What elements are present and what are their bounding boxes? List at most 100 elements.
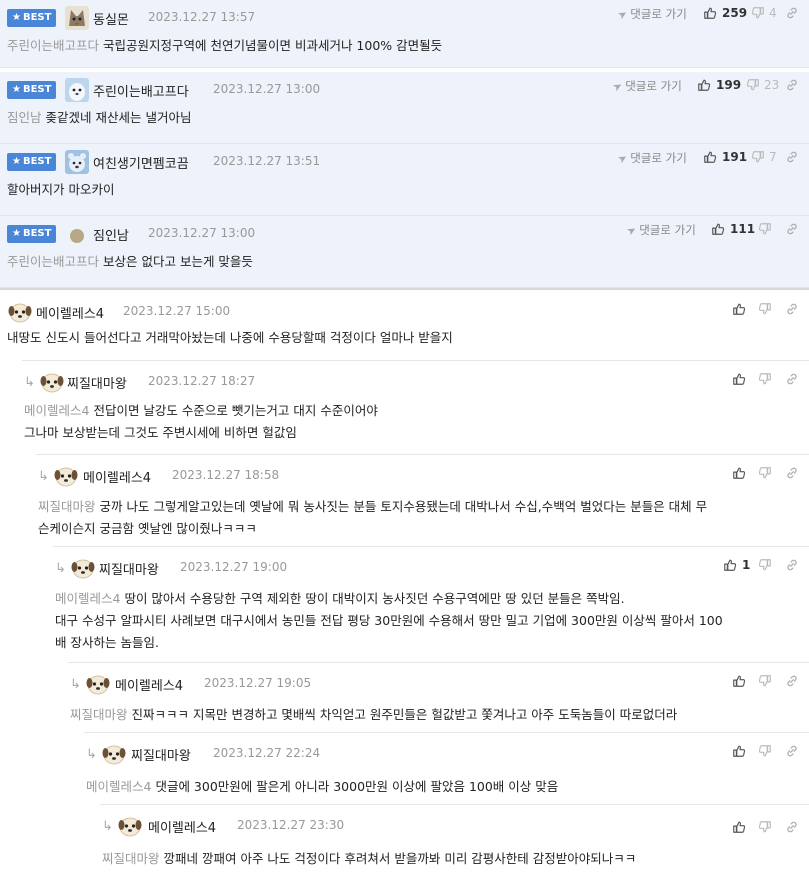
- comment-author[interactable]: 여친생기면펨코끔: [93, 153, 189, 172]
- dislike-button[interactable]: [758, 372, 772, 389]
- comment-text: 슨케이슨지 궁금함 옛날엔 많이줬나ㅋㅋㅋ: [38, 521, 257, 536]
- comment-author[interactable]: 찌질대마왕: [67, 373, 127, 392]
- comment-date: 2023.12.27 13:00: [148, 226, 256, 240]
- mention-tag[interactable]: 메이렐레스4: [24, 403, 89, 418]
- like-button[interactable]: [732, 820, 746, 834]
- comment-text-line: 내땅도 신도시 들어선다고 거래막아놨는데 나중에 수용당할때 걱정이다 얼마나…: [7, 327, 453, 349]
- dislike-button[interactable]: 4: [751, 6, 777, 20]
- mention-tag[interactable]: 주린이는배고프다: [7, 254, 99, 269]
- comment-author[interactable]: 메이렐레스4: [36, 303, 104, 322]
- dislike-button[interactable]: 23: [746, 78, 779, 92]
- like-button[interactable]: 191: [703, 150, 747, 164]
- mention-tag[interactable]: 주린이는배고프다: [7, 38, 99, 53]
- go-to-comment-link[interactable]: ➤댓글로 가기: [615, 150, 686, 167]
- like-button[interactable]: 199: [697, 78, 741, 92]
- star-icon: ★: [12, 228, 21, 239]
- avatar: [86, 672, 110, 699]
- comment-text-line: 찌질대마왕 궁까 나도 그렇게알고있는데 옛날에 뭐 농사짓는 분들 토지수용됐는…: [38, 496, 707, 518]
- link-icon: [787, 303, 797, 315]
- send-arrow-icon: ➤: [615, 150, 630, 167]
- comment-body: 짐인남 좆같겠네 재산세는 낼거아님: [7, 107, 191, 129]
- copy-link-button[interactable]: [785, 674, 799, 691]
- copy-link-button[interactable]: [785, 466, 799, 483]
- dislike-button[interactable]: [758, 302, 772, 319]
- copy-link-button[interactable]: [785, 820, 799, 837]
- send-arrow-icon: ➤: [615, 6, 630, 23]
- thumbs-up-icon: [733, 821, 746, 833]
- dislike-button[interactable]: 7: [751, 150, 777, 164]
- copy-link-button[interactable]: [785, 78, 799, 95]
- best-badge-label: BEST: [22, 228, 52, 239]
- mention-tag[interactable]: 찌질대마왕: [102, 851, 160, 866]
- section-divider: [0, 288, 809, 290]
- comment-author[interactable]: 주린이는배고프다: [93, 81, 189, 100]
- link-icon: [787, 7, 797, 19]
- comment-date: 2023.12.27 23:30: [237, 818, 345, 832]
- copy-link-button[interactable]: [785, 222, 799, 239]
- comment-text-line: 그나마 보상받는데 그것도 주변시세에 비하면 헐값임: [24, 422, 378, 444]
- dislike-button[interactable]: [758, 222, 772, 236]
- comment-body: 주린이는배고프다 보상은 없다고 보는게 맞을듯: [7, 251, 253, 273]
- best-comment: ★ BEST 동실몬 2023.12.27 13:57 ➤댓글로 가기 259 4 주린이는…: [0, 0, 809, 68]
- best-badge-label: BEST: [22, 156, 52, 167]
- comment-author[interactable]: 메이렐레스4: [83, 467, 151, 486]
- copy-link-button[interactable]: [785, 6, 799, 23]
- comment-text: 궁까 나도 그렇게알고있는데 옛날에 뭐 농사짓는 분들 토지수용됐는데 대박나…: [99, 499, 708, 514]
- like-button[interactable]: [732, 302, 746, 316]
- star-icon: ★: [12, 156, 21, 167]
- best-badge-label: BEST: [22, 12, 52, 23]
- go-to-comment-link[interactable]: ➤댓글로 가기: [610, 78, 682, 95]
- like-button[interactable]: [732, 466, 746, 480]
- mention-tag[interactable]: 찌질대마왕: [70, 707, 128, 722]
- thumbs-up-icon: [733, 745, 746, 757]
- mention-tag[interactable]: 찌질대마왕: [38, 499, 96, 514]
- best-comment: ★ BEST 여친생기면펨코끔 2023.12.27 13:51 ➤댓글로 가기 191…: [0, 144, 809, 216]
- dislike-button[interactable]: [758, 558, 772, 575]
- comment-author[interactable]: 찌질대마왕: [99, 559, 159, 578]
- comment-author[interactable]: 찌질대마왕: [131, 745, 191, 764]
- like-button[interactable]: 111: [711, 222, 755, 236]
- comment-text: 배 장사하는 놈들임.: [55, 635, 159, 650]
- dislike-button[interactable]: [758, 820, 772, 837]
- comment-text-line: 대구 수성구 알파시티 사례보면 대구시에서 농민들 전답 평당 30만원에 수…: [55, 610, 723, 632]
- comment-divider: [68, 662, 809, 663]
- go-to-comment-link[interactable]: ➤댓글로 가기: [624, 222, 695, 239]
- comment-author[interactable]: 메이렐레스4: [115, 675, 183, 694]
- comment-author[interactable]: 짐인남: [93, 225, 129, 244]
- best-badge: ★ BEST: [7, 153, 57, 171]
- mention-tag[interactable]: 짐인남: [7, 110, 42, 125]
- comment-text-line: 슨케이슨지 궁금함 옛날엔 많이줬나ㅋㅋㅋ: [38, 518, 707, 540]
- dislike-button[interactable]: [758, 744, 772, 761]
- like-button[interactable]: [732, 372, 746, 386]
- copy-link-button[interactable]: [785, 302, 799, 319]
- thumbs-down-icon: [758, 559, 771, 571]
- like-button[interactable]: 1: [723, 558, 750, 572]
- comment-author[interactable]: 동실몬: [93, 9, 129, 28]
- thumbs-down-icon: [751, 7, 764, 19]
- mention-tag[interactable]: 메이렐레스4: [86, 779, 151, 794]
- like-button[interactable]: [732, 674, 746, 688]
- go-to-comment-label: 댓글로 가기: [625, 79, 682, 93]
- like-button[interactable]: 259: [703, 6, 747, 20]
- dislike-button[interactable]: [758, 674, 772, 691]
- mention-tag[interactable]: 메이렐레스4: [55, 591, 120, 606]
- reply-arrow-icon: ↳: [38, 469, 49, 484]
- dislike-count: 4: [769, 6, 777, 20]
- reply-arrow-icon: ↳: [102, 819, 113, 834]
- comment-divider: [100, 804, 809, 805]
- dislike-button[interactable]: [758, 466, 772, 483]
- avatar: [102, 742, 126, 769]
- comment-author[interactable]: 메이렐레스4: [148, 817, 216, 836]
- comment-date: 2023.12.27 13:51: [213, 154, 321, 168]
- comment-divider: [36, 454, 809, 455]
- go-to-comment-link[interactable]: ➤댓글로 가기: [615, 6, 686, 23]
- reply-arrow-icon: ↳: [24, 375, 35, 390]
- copy-link-button[interactable]: [785, 372, 799, 389]
- copy-link-button[interactable]: [785, 744, 799, 761]
- copy-link-button[interactable]: [785, 150, 799, 167]
- send-arrow-icon: ➤: [610, 78, 625, 95]
- copy-link-button[interactable]: [785, 558, 799, 575]
- comment-date: 2023.12.27 13:00: [213, 82, 321, 96]
- best-comment: ★ BEST 짐인남 2023.12.27 13:00 ➤댓글로 가기 111 주린이는배…: [0, 216, 809, 288]
- like-button[interactable]: [732, 744, 746, 758]
